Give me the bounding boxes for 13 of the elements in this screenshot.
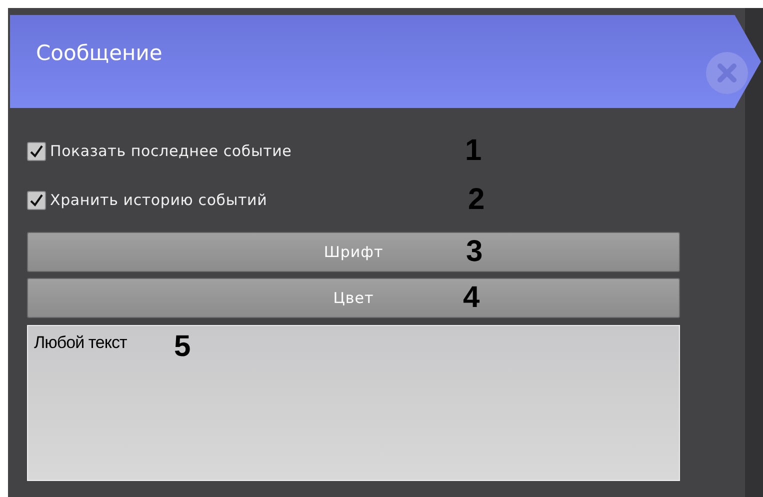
checkbox[interactable] xyxy=(27,142,46,160)
callout-number: 3 xyxy=(466,237,483,267)
callout-number: 2 xyxy=(468,185,485,215)
close-icon xyxy=(716,62,738,84)
checkbox[interactable] xyxy=(27,190,46,210)
checkbox-label: Показать последнее событие xyxy=(50,142,292,160)
checkmark-icon xyxy=(29,192,44,208)
checkbox-label: Хранить историю событий xyxy=(50,191,268,209)
callout-number: 5 xyxy=(174,332,191,362)
dialog-title: Сообщение xyxy=(36,41,162,65)
callout-number: 4 xyxy=(463,283,480,313)
checkmark-icon xyxy=(29,144,44,158)
callout-number: 1 xyxy=(465,136,482,166)
